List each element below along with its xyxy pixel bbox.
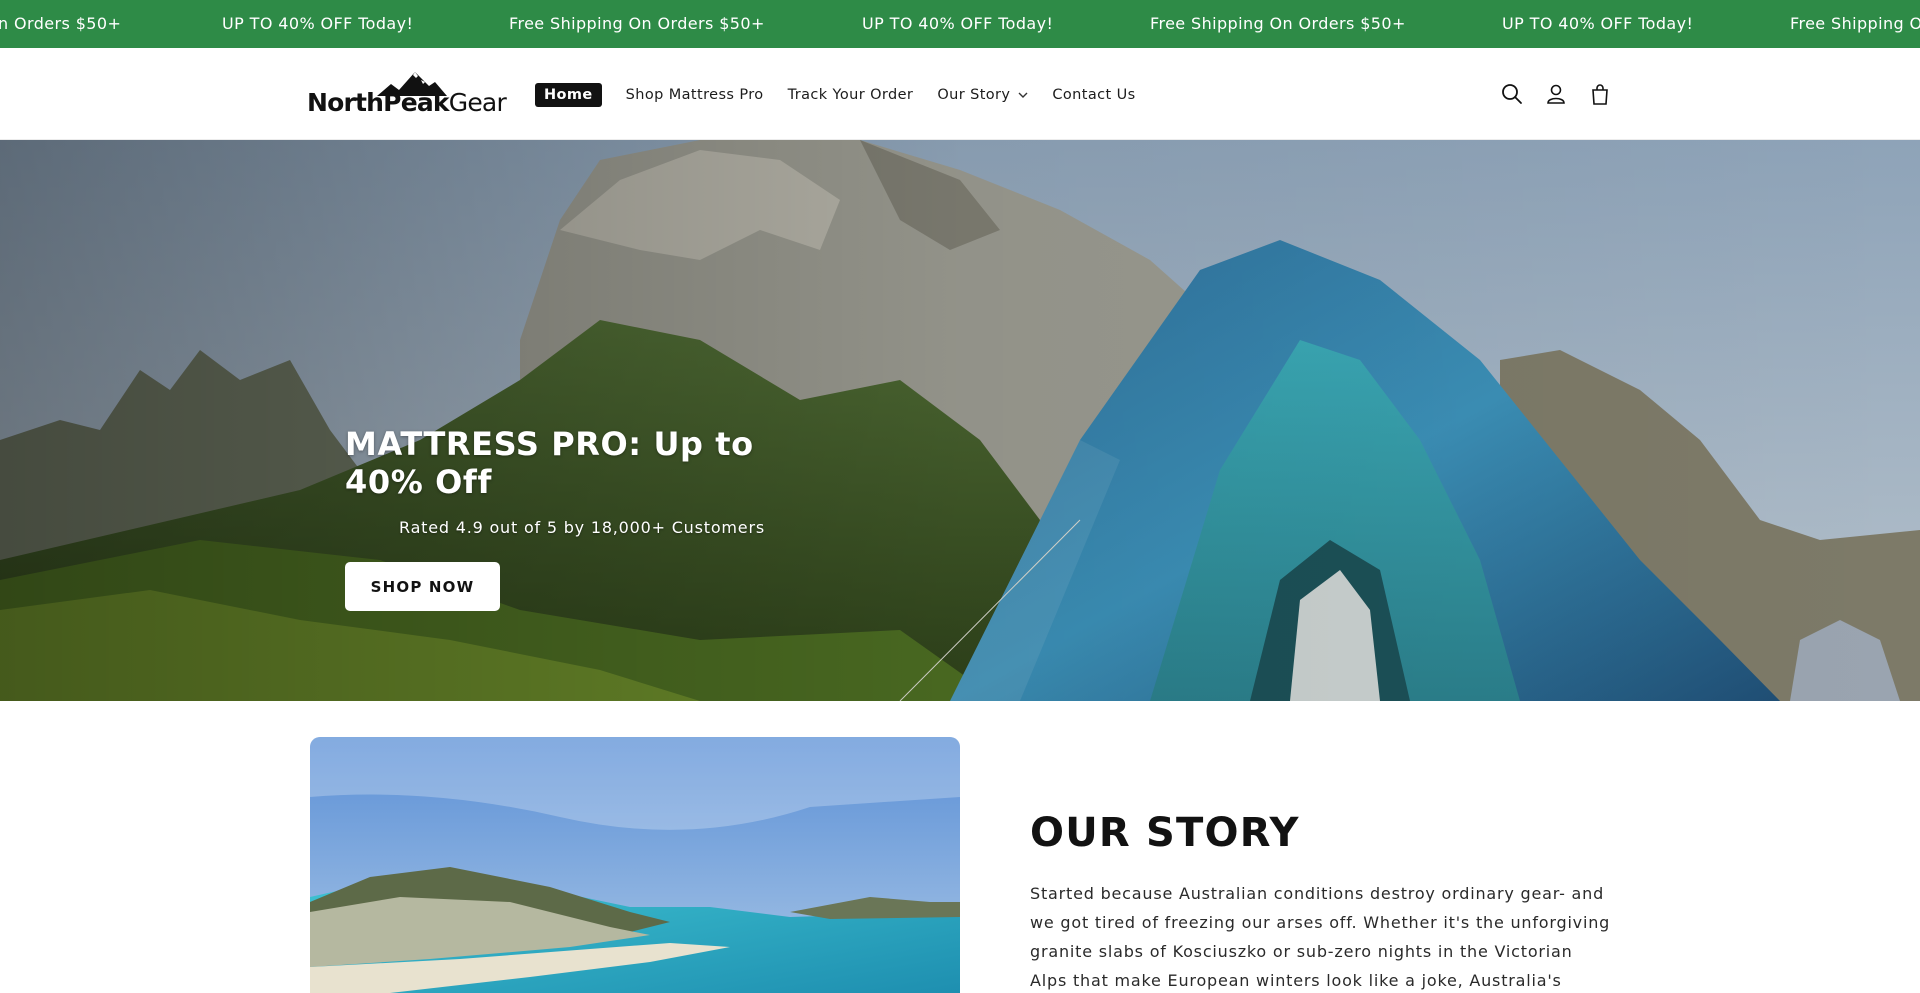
hero-banner: MATTRESS PRO: Up to 40% Off Rated 4.9 ou… [0,140,1920,701]
northpeakgear-logo[interactable]: NorthPeakGear [307,70,507,118]
announcement-text: Free Shipping On Orders $50+ [1150,14,1406,33]
announcement-text: UP TO 40% OFF Today! [222,14,414,33]
announcement-text: UP TO 40% OFF Today! [862,14,1054,33]
story-body-text: Started because Australian conditions de… [1030,884,1611,990]
cart-icon[interactable] [1588,82,1612,106]
nav-home[interactable]: Home [535,83,602,107]
story-title: OUR STORY [1030,810,1300,856]
chevron-down-icon [1018,92,1028,98]
site-header: NorthPeakGear Home Shop Mattress Pro Tra… [0,48,1920,140]
nav-shop-mattress-pro[interactable]: Shop Mattress Pro [626,87,764,103]
announcement-text: n Orders $50+ [0,14,122,33]
announcement-text: UP TO 40% OFF Today! [1502,14,1694,33]
header-actions [1500,82,1612,106]
hero-rating-text: Rated 4.9 out of 5 by 18,000+ Customers [399,518,765,537]
search-icon[interactable] [1500,82,1524,106]
nav-our-story[interactable]: Our Story [937,87,1028,103]
account-icon[interactable] [1544,82,1568,106]
logo-wordmark: NorthPeakGear [307,88,507,117]
hero-mountain-tent-image [0,140,1920,701]
nav-contact-us[interactable]: Contact Us [1052,87,1135,103]
hero-title: MATTRESS PRO: Up to 40% Off [345,425,754,501]
story-beach-image [310,737,960,993]
announcement-bar: n Orders $50+ UP TO 40% OFF Today! Free … [0,0,1920,48]
announcement-text: Free Shipping On Orders $50+ [509,14,765,33]
nav-track-your-order[interactable]: Track Your Order [788,87,914,103]
shop-now-button[interactable]: SHOP NOW [345,562,500,611]
announcement-text: Free Shipping O [1790,14,1920,33]
main-nav: Home Shop Mattress Pro Track Your Order … [535,82,1160,108]
